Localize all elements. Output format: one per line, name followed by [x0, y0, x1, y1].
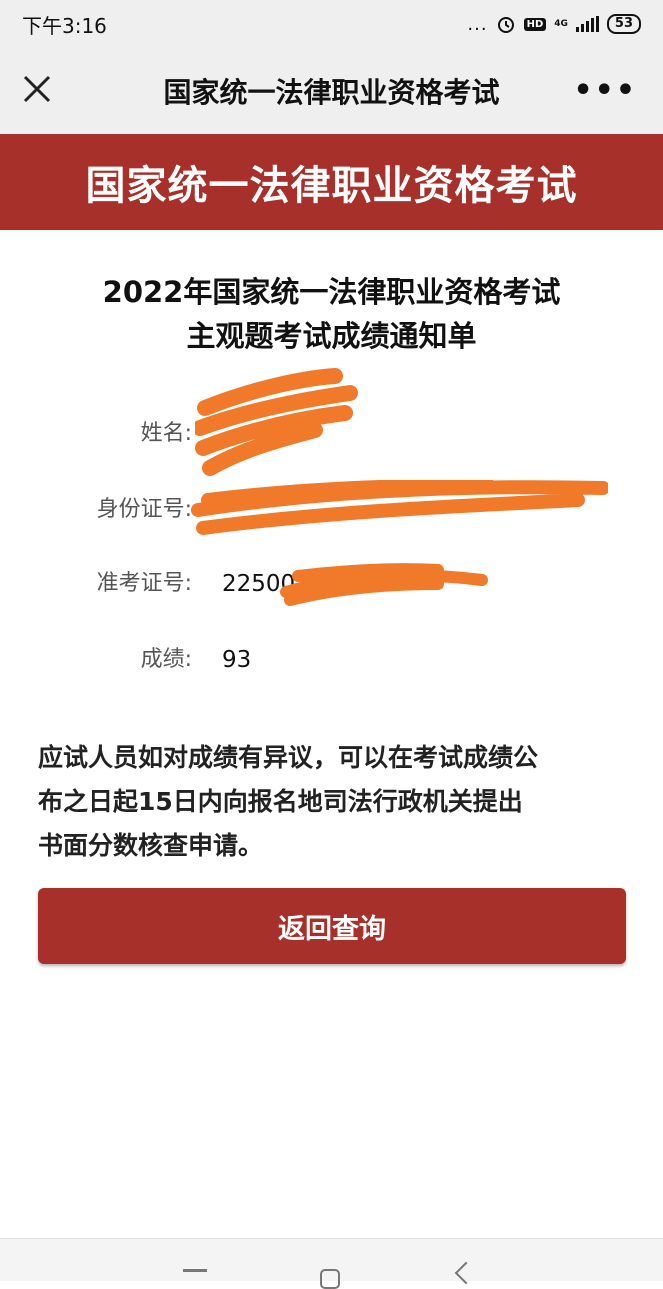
id-number-label: 身份证号: — [96, 497, 192, 522]
field-ticket-number: 准考证号: 22500 — [0, 563, 663, 606]
network-label: 4G — [554, 19, 568, 29]
hd-icon: HD — [523, 17, 547, 31]
home-icon[interactable] — [320, 1269, 340, 1289]
back-icon[interactable] — [454, 1261, 478, 1285]
signal-icon — [575, 16, 599, 32]
field-score: 成绩: 93 — [0, 640, 663, 680]
close-icon[interactable] — [22, 72, 52, 106]
header-banner: 国家统一法律职业资格考试 — [0, 134, 663, 230]
status-icons: ... HD 4G 53 — [467, 14, 641, 35]
notice-line-2: 布之日起15日内向报名地司法行政机关提出 — [38, 787, 523, 816]
battery-icon: 53 — [606, 14, 641, 34]
redaction-mark — [195, 368, 358, 476]
name-label: 姓名: — [140, 421, 192, 446]
notice-line-1: 应试人员如对成绩有异议，可以在考试成绩公 — [38, 743, 539, 772]
back-to-query-button[interactable]: 返回查询 — [38, 888, 626, 964]
alarm-icon — [497, 17, 514, 33]
score-value: 93 — [222, 647, 252, 673]
title-line-1: 2022年国家统一法律职业资格考试 — [102, 275, 561, 309]
title-line-2: 主观题考试成绩通知单 — [186, 319, 477, 353]
notice-text: 应试人员如对成绩有异议，可以在考试成绩公 布之日起15日内向报名地司法行政机关提… — [38, 736, 628, 868]
status-time: 下午3:16 — [22, 13, 107, 38]
ticket-number-label: 准考证号: — [96, 571, 192, 596]
status-bar: 下午3:16 ... HD 4G 53 — [0, 0, 663, 48]
field-name: 姓名: — [0, 368, 663, 476]
notice-line-3: 书面分数核查申请。 — [38, 831, 264, 860]
nav-title: 国家统一法律职业资格考试 — [163, 76, 500, 109]
system-nav-bar — [0, 1238, 663, 1289]
redaction-mark — [191, 480, 608, 535]
banner-title: 国家统一法律职业资格考试 — [85, 163, 578, 209]
nav-bar: 国家统一法律职业资格考试 ••• — [0, 48, 663, 134]
score-label: 成绩: — [140, 647, 192, 672]
redaction-mark — [280, 563, 488, 606]
more-icon[interactable]: ••• — [573, 76, 637, 106]
field-id-number: 身份证号: — [0, 480, 663, 535]
menu-icon[interactable] — [183, 1269, 207, 1272]
page-title: 2022年国家统一法律职业资格考试 主观题考试成绩通知单 — [0, 270, 663, 358]
more-notifications-icon: ... — [467, 13, 488, 35]
